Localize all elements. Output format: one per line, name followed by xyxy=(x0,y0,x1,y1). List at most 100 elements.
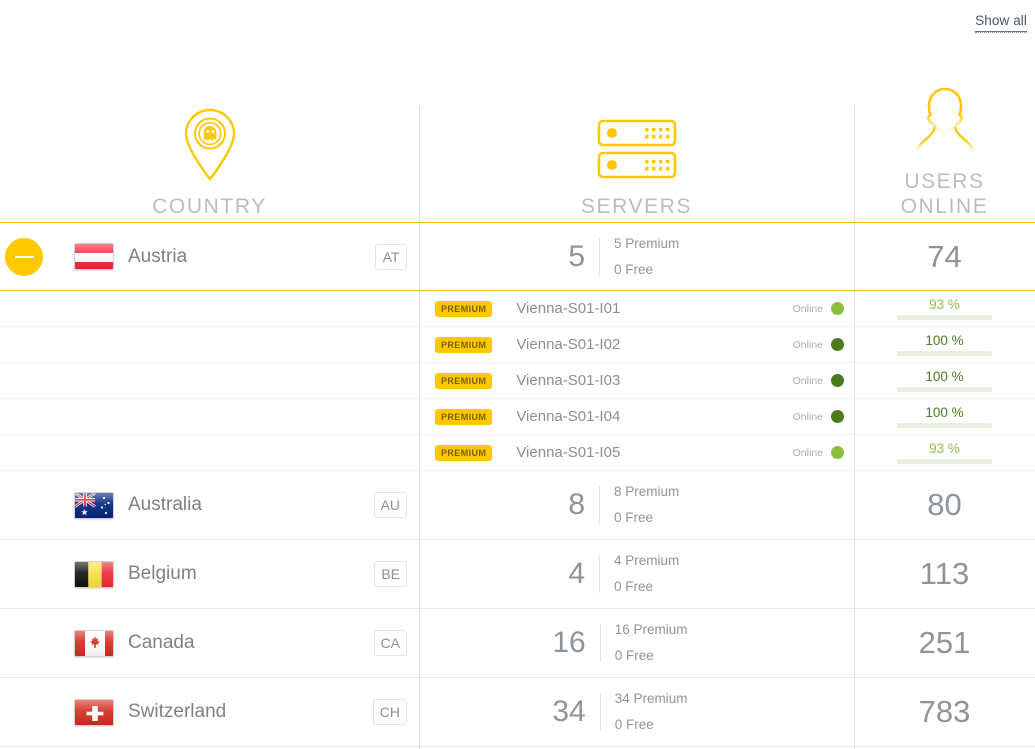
servers-breakdown: 4 Premium 0 Free xyxy=(600,548,720,600)
server-load-percent: 100 % xyxy=(925,369,964,384)
server-status: Online xyxy=(793,374,844,387)
server-name: Vienna-S01-I04 xyxy=(516,408,621,425)
country-row[interactable]: Canada CA 16 16 Premium 0 Free 251 xyxy=(0,609,1035,678)
status-dot-icon xyxy=(831,374,844,387)
server-load-bar xyxy=(897,351,992,356)
server-status: Online xyxy=(793,338,844,351)
country-name: Belgium xyxy=(128,563,197,584)
header-label-users-line2: ONLINE xyxy=(900,195,989,218)
premium-badge: PREMIUM xyxy=(435,444,493,461)
server-row[interactable]: PREMIUM Vienna-S01-I03 Online 100 % xyxy=(0,363,1035,399)
servers-premium-count: 4 Premium xyxy=(614,553,680,568)
minus-icon[interactable] xyxy=(5,237,43,276)
country-row[interactable]: Belgium BE 4 4 Premium 0 Free 113 xyxy=(0,540,1035,609)
country-row[interactable]: Australia AU 8 8 Premium 0 Free 80 xyxy=(0,471,1035,540)
server-info: PREMIUM Vienna-S01-I03 Online xyxy=(419,363,854,398)
map-pin-ghost-icon xyxy=(183,108,237,182)
server-row[interactable]: PREMIUM Vienna-S01-I04 Online 100 % xyxy=(0,399,1035,435)
country-row[interactable]: Austria AT 5 5 Premium 0 Free 74 xyxy=(0,222,1035,291)
premium-badge: PREMIUM xyxy=(435,408,493,425)
server-status-text: Online xyxy=(792,338,823,351)
status-dot-icon xyxy=(831,446,844,459)
servers-premium-count: 16 Premium xyxy=(614,622,688,637)
server-load: 100 % xyxy=(854,327,1035,362)
servers-total: 16 xyxy=(552,626,586,659)
country-code-badge: AT xyxy=(375,243,407,270)
servers-premium-count: 5 Premium xyxy=(614,235,680,251)
table-header: COUNTRY SERVERS USERS ONLINE xyxy=(0,44,1035,749)
servers-breakdown: 5 Premium 0 Free xyxy=(600,231,720,283)
server-load: 100 % xyxy=(854,363,1035,398)
servers-cell: 5 5 Premium 0 Free xyxy=(419,223,854,290)
server-row[interactable]: PREMIUM Vienna-S01-I05 Online 93 % xyxy=(0,435,1035,471)
server-info: PREMIUM Vienna-S01-I01 Online xyxy=(419,291,854,326)
servers-free-count: 0 Free xyxy=(614,510,654,525)
server-load: 100 % xyxy=(854,399,1035,434)
country-toggle[interactable] xyxy=(5,237,43,276)
server-status-text: Online xyxy=(792,374,823,387)
servers-free-count: 0 Free xyxy=(614,261,654,277)
country-flag-ch xyxy=(74,698,114,726)
servers-cell: 16 16 Premium 0 Free xyxy=(419,609,854,677)
servers-free-count: 0 Free xyxy=(614,579,654,594)
server-load-bar xyxy=(897,315,992,320)
show-all-link[interactable]: Show all xyxy=(975,12,1027,33)
server-load-percent: 100 % xyxy=(925,333,964,348)
header-label-country: COUNTRY xyxy=(152,195,267,218)
servers-breakdown: 34 Premium 0 Free xyxy=(601,686,721,738)
servers-total: 5 xyxy=(568,239,585,273)
column-divider-2 xyxy=(854,106,855,749)
user-silhouette-icon xyxy=(910,83,980,157)
server-load-bar xyxy=(897,387,992,392)
country-flag-au xyxy=(74,491,114,519)
country-cell: Australia AU xyxy=(0,471,419,539)
country-flag-ca xyxy=(74,629,114,657)
server-status-text: Online xyxy=(792,410,823,423)
server-list-page: Show all COUNTRY SERVERS USERS ONLINE Au… xyxy=(0,0,1035,749)
server-load: 93 % xyxy=(854,435,1035,470)
country-code-badge: BE xyxy=(374,561,407,587)
country-code-badge: CA xyxy=(373,630,407,656)
server-status: Online xyxy=(793,302,844,315)
servers-free-count: 0 Free xyxy=(614,648,654,663)
country-code-badge: CH xyxy=(372,699,407,725)
server-row[interactable]: PREMIUM Vienna-S01-I01 Online 93 % xyxy=(0,291,1035,327)
server-name: Vienna-S01-I05 xyxy=(516,444,621,461)
server-row[interactable]: PREMIUM Vienna-S01-I02 Online 100 % xyxy=(0,327,1035,363)
server-info: PREMIUM Vienna-S01-I02 Online xyxy=(419,327,854,362)
column-divider-1 xyxy=(419,106,420,749)
server-load-percent: 93 % xyxy=(929,297,960,312)
country-flag-at xyxy=(74,243,114,270)
server-load: 93 % xyxy=(854,291,1035,326)
country-cell: Switzerland CH xyxy=(0,678,419,746)
servers-free-count: 0 Free xyxy=(614,717,654,732)
users-online-value: 113 xyxy=(919,556,970,591)
servers-cell: 4 4 Premium 0 Free xyxy=(419,540,854,608)
server-name: Vienna-S01-I01 xyxy=(516,300,621,317)
server-row-spacer xyxy=(0,399,419,434)
server-load-percent: 93 % xyxy=(929,441,960,456)
servers-total: 34 xyxy=(552,695,586,728)
status-dot-icon xyxy=(831,410,844,423)
servers-breakdown: 8 Premium 0 Free xyxy=(600,479,720,531)
server-load-bar xyxy=(897,459,992,464)
server-rack-icon xyxy=(597,108,677,182)
country-name: Switzerland xyxy=(128,701,227,722)
server-load-percent: 100 % xyxy=(925,405,964,420)
country-row[interactable]: Switzerland CH 34 34 Premium 0 Free 783 xyxy=(0,678,1035,747)
servers-cell: 34 34 Premium 0 Free xyxy=(419,678,854,746)
servers-breakdown: 16 Premium 0 Free xyxy=(601,617,721,669)
server-info: PREMIUM Vienna-S01-I05 Online xyxy=(419,435,854,470)
server-load-bar xyxy=(897,423,992,428)
server-row-spacer xyxy=(0,291,419,326)
server-name: Vienna-S01-I03 xyxy=(516,372,621,389)
server-status: Online xyxy=(793,446,844,459)
servers-premium-count: 34 Premium xyxy=(614,691,688,706)
users-online-value: 74 xyxy=(927,238,962,274)
country-table: Austria AT 5 5 Premium 0 Free 74 PREMIUM Vienna… xyxy=(0,222,1035,747)
servers-premium-count: 8 Premium xyxy=(614,484,680,499)
country-cell: Belgium BE xyxy=(0,540,419,608)
country-cell: Austria AT xyxy=(0,223,419,290)
servers-total: 8 xyxy=(568,488,585,521)
server-row-spacer xyxy=(0,327,419,362)
